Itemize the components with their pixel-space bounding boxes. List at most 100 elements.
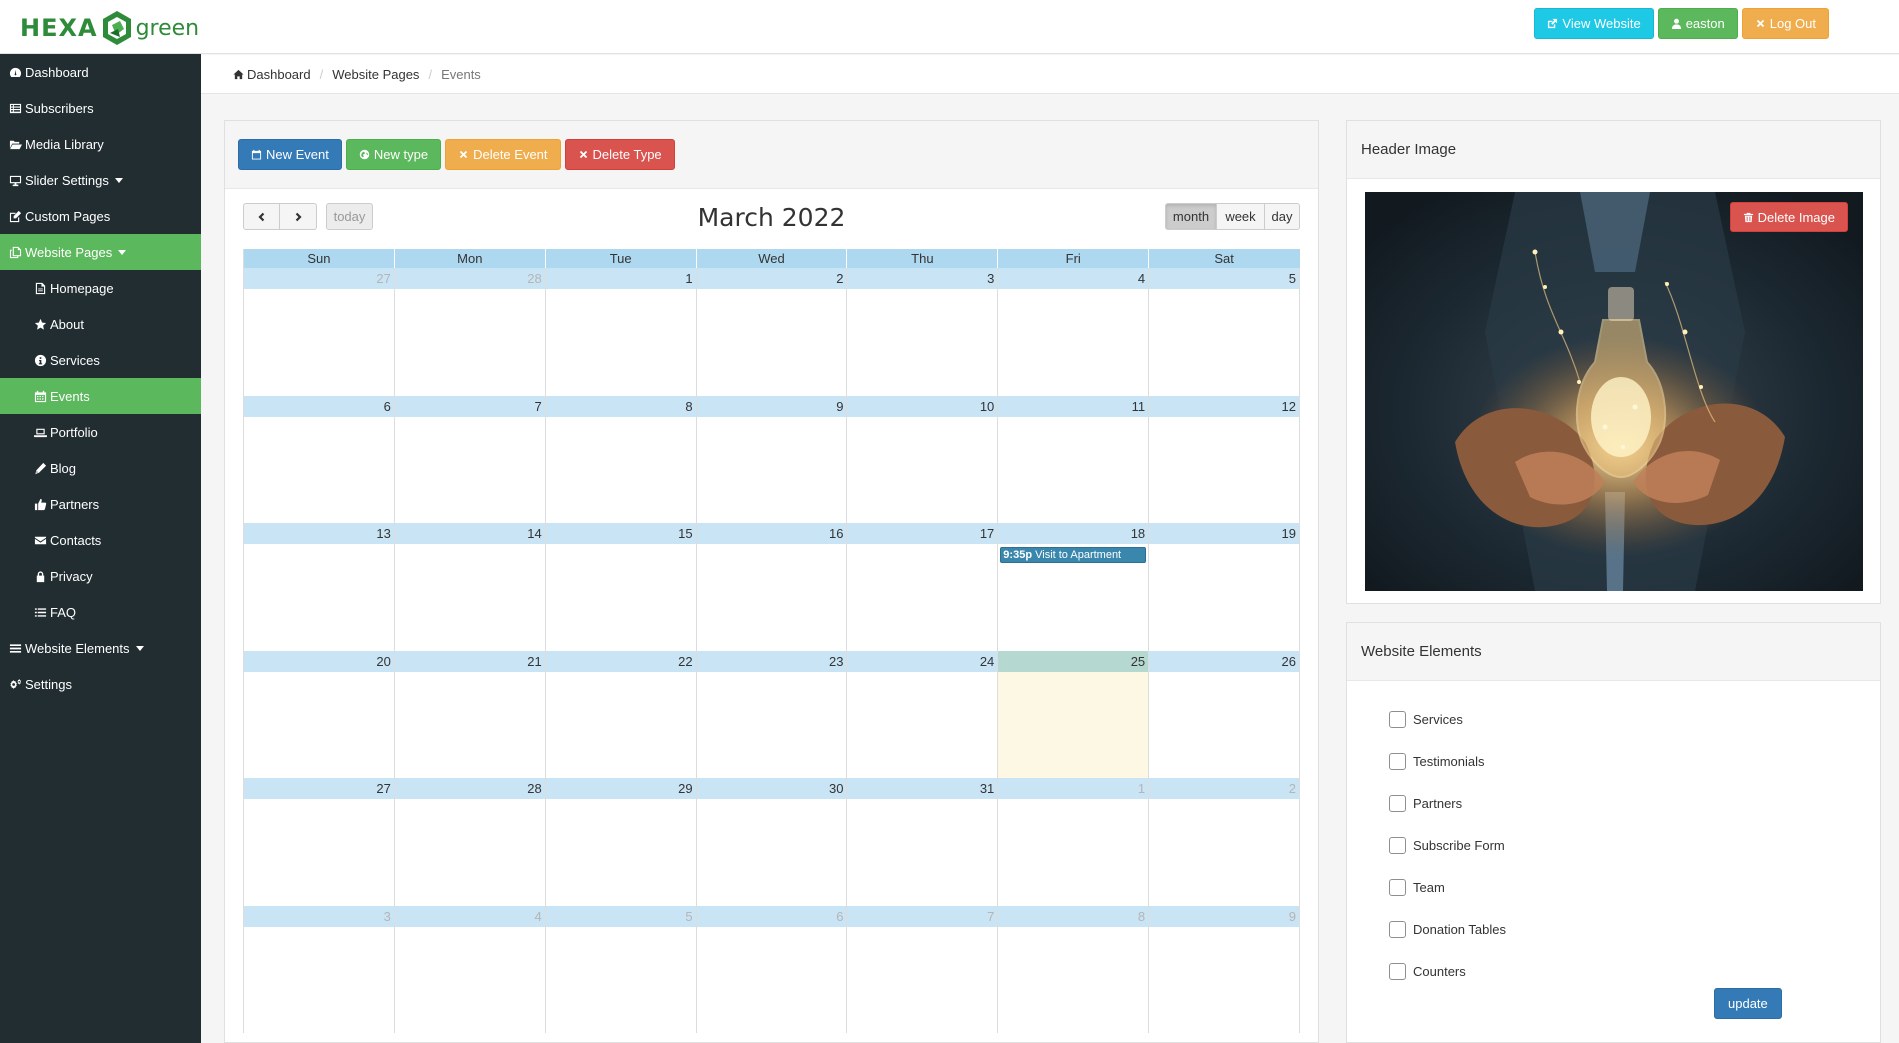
- sidebar-item-services[interactable]: Services: [0, 342, 201, 378]
- view-website-button[interactable]: View Website: [1534, 8, 1654, 39]
- calendar-day-cell[interactable]: 23: [696, 650, 848, 778]
- sidebar-item-partners[interactable]: Partners: [0, 486, 201, 522]
- sidebar-item-website-pages[interactable]: Website Pages: [0, 234, 201, 270]
- calendar-day-cell[interactable]: 20: [244, 650, 395, 778]
- element-checkbox[interactable]: [1389, 962, 1406, 980]
- today-button[interactable]: today: [326, 203, 373, 230]
- calendar-day-cell[interactable]: 4: [998, 268, 1150, 396]
- sidebar-item-dashboard[interactable]: Dashboard: [0, 54, 201, 90]
- element-subscribe-form[interactable]: Subscribe Form: [1389, 824, 1506, 866]
- next-month-button[interactable]: [280, 203, 317, 230]
- element-checkbox[interactable]: [1389, 794, 1406, 812]
- calendar-day-cell[interactable]: 6: [244, 395, 395, 523]
- calendar-day-cell[interactable]: 10: [847, 395, 999, 523]
- element-services[interactable]: Services: [1389, 698, 1506, 740]
- sidebar-item-slider-settings[interactable]: Slider Settings: [0, 162, 201, 198]
- calendar-day-cell[interactable]: 28: [394, 268, 546, 396]
- calendar-event[interactable]: 9:35p Visit to Apartment: [1000, 547, 1147, 563]
- calendar-day-cell[interactable]: 27: [244, 778, 395, 906]
- calendar-day-cell[interactable]: 1: [998, 778, 1150, 906]
- element-donation-tables[interactable]: Donation Tables: [1389, 908, 1506, 950]
- user-button[interactable]: easton: [1657, 8, 1738, 39]
- week-view-button[interactable]: week: [1217, 203, 1265, 230]
- calendar-day-cell[interactable]: 17: [847, 523, 999, 651]
- calendar-day-cell[interactable]: 12: [1149, 395, 1301, 523]
- sidebar-item-privacy[interactable]: Privacy: [0, 558, 201, 594]
- calendar-day-cell[interactable]: 6: [696, 905, 848, 1033]
- calendar-day-cell[interactable]: 7: [847, 905, 999, 1033]
- calendar-day-cell[interactable]: 27: [244, 268, 395, 396]
- day-view-button[interactable]: day: [1265, 203, 1300, 230]
- delete-image-button[interactable]: Delete Image: [1729, 202, 1848, 232]
- day-number: 26: [1149, 650, 1300, 672]
- day-number: 5: [1149, 268, 1300, 289]
- calendar-day-cell[interactable]: 30: [696, 778, 848, 906]
- calendar-day-cell[interactable]: 1: [545, 268, 697, 396]
- calendar-day-cell[interactable]: 26: [1149, 650, 1301, 778]
- calendar-day-cell[interactable]: 5: [1149, 268, 1301, 396]
- calendar-day-cell[interactable]: 3: [244, 905, 395, 1033]
- calendar-day-cell[interactable]: 7: [394, 395, 546, 523]
- day-number: 21: [394, 650, 545, 672]
- calendar-day-cell[interactable]: 31: [847, 778, 999, 906]
- element-team[interactable]: Team: [1389, 866, 1506, 908]
- sidebar-item-website-elements[interactable]: Website Elements: [0, 630, 201, 666]
- new-event-button[interactable]: New Event: [238, 139, 342, 170]
- logout-button[interactable]: Log Out: [1741, 8, 1829, 39]
- sidebar-item-subscribers[interactable]: Subscribers: [0, 90, 201, 126]
- delete-event-button[interactable]: Delete Event: [445, 139, 561, 170]
- sidebar-item-media-library[interactable]: Media Library: [0, 126, 201, 162]
- sidebar-item-contacts[interactable]: Contacts: [0, 522, 201, 558]
- element-checkbox[interactable]: [1389, 836, 1406, 854]
- sidebar-item-faq[interactable]: FAQ: [0, 594, 201, 630]
- calendar-day-cell[interactable]: 29: [545, 778, 697, 906]
- calendar-day-cell[interactable]: 4: [394, 905, 546, 1033]
- calendar-day-cell[interactable]: 18 9:35p Visit to Apartment: [998, 523, 1150, 651]
- breadcrumb-dashboard[interactable]: Dashboard: [247, 67, 311, 82]
- calendar-day-cell[interactable]: 15: [545, 523, 697, 651]
- calendar-header: March 2022 today month week day: [243, 203, 1300, 233]
- calendar-day-cell[interactable]: 11: [998, 395, 1150, 523]
- calendar-day-cell[interactable]: 3: [847, 268, 999, 396]
- calendar-day-cell[interactable]: 8: [545, 395, 697, 523]
- calendar-day-cell[interactable]: 2: [1149, 778, 1301, 906]
- sidebar-item-blog[interactable]: Blog: [0, 450, 201, 486]
- calendar-day-cell[interactable]: 16: [696, 523, 848, 651]
- calendar-day-cell[interactable]: 21: [394, 650, 546, 778]
- sidebar-item-portfolio[interactable]: Portfolio: [0, 414, 201, 450]
- element-checkbox[interactable]: [1389, 710, 1406, 728]
- prev-month-button[interactable]: [243, 203, 280, 230]
- sidebar-item-homepage[interactable]: Homepage: [0, 270, 201, 306]
- calendar-day-cell[interactable]: 28: [394, 778, 546, 906]
- calendar-day-cell[interactable]: 13: [244, 523, 395, 651]
- brand-logo[interactable]: HEXA green: [20, 8, 199, 48]
- weekday-label: Wed: [697, 249, 848, 268]
- update-button[interactable]: update: [1714, 988, 1782, 1019]
- calendar-day-cell[interactable]: 19: [1149, 523, 1301, 651]
- delete-type-button[interactable]: Delete Type: [564, 139, 675, 170]
- new-type-button[interactable]: New type: [345, 139, 442, 170]
- element-testimonials[interactable]: Testimonials: [1389, 740, 1506, 782]
- calendar-day-cell[interactable]: 9: [696, 395, 848, 523]
- sidebar-item-about[interactable]: About: [0, 306, 201, 342]
- day-number: 23: [696, 650, 847, 672]
- calendar-day-cell[interactable]: 2: [696, 268, 848, 396]
- calendar-day-cell[interactable]: 5: [545, 905, 697, 1033]
- calendar-day-cell[interactable]: 22: [545, 650, 697, 778]
- element-partners[interactable]: Partners: [1389, 782, 1506, 824]
- calendar-day-cell[interactable]: 9: [1149, 905, 1301, 1033]
- element-checkbox[interactable]: [1389, 878, 1406, 896]
- sidebar-item-custom-pages[interactable]: Custom Pages: [0, 198, 201, 234]
- day-number: 7: [394, 395, 545, 417]
- calendar-day-cell-today[interactable]: 25: [998, 650, 1150, 778]
- breadcrumb-website-pages[interactable]: Website Pages: [332, 67, 419, 82]
- calendar-day-cell[interactable]: 8: [998, 905, 1150, 1033]
- month-view-button[interactable]: month: [1165, 203, 1217, 230]
- element-counters[interactable]: Counters: [1389, 950, 1506, 992]
- sidebar-item-events[interactable]: Events: [0, 378, 201, 414]
- element-checkbox[interactable]: [1389, 752, 1406, 770]
- calendar-day-cell[interactable]: 14: [394, 523, 546, 651]
- calendar-day-cell[interactable]: 24: [847, 650, 999, 778]
- sidebar-item-settings[interactable]: Settings: [0, 666, 201, 702]
- element-checkbox[interactable]: [1389, 920, 1406, 938]
